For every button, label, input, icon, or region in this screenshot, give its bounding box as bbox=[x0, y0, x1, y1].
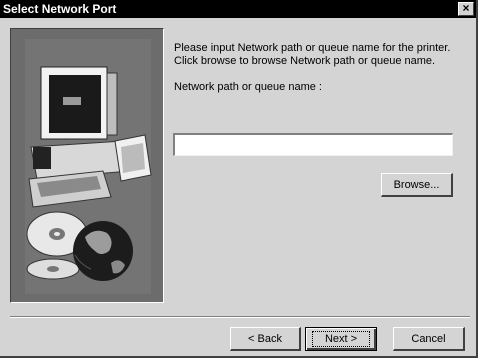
network-path-input[interactable] bbox=[173, 133, 453, 156]
next-button[interactable]: Next > bbox=[305, 327, 377, 351]
instruction-line-2: Click browse to browse Network path or q… bbox=[174, 55, 436, 67]
wizard-illustration bbox=[10, 28, 164, 303]
close-button[interactable]: × bbox=[458, 2, 474, 16]
path-field-label: Network path or queue name : bbox=[174, 81, 322, 93]
select-network-port-dialog: Select Network Port × Please input Netwo… bbox=[0, 0, 478, 358]
browse-button[interactable]: Browse... bbox=[381, 173, 453, 197]
title-bar[interactable]: Select Network Port × bbox=[0, 0, 476, 18]
instruction-line-1: Please input Network path or queue name … bbox=[174, 42, 451, 54]
footer-separator bbox=[10, 316, 470, 318]
back-button[interactable]: < Back bbox=[230, 327, 301, 351]
globe-icon bbox=[73, 221, 133, 281]
dialog-title: Select Network Port bbox=[3, 2, 117, 16]
close-icon: × bbox=[462, 1, 470, 15]
instruction-text: Please input Network path or queue name … bbox=[174, 42, 464, 68]
cancel-button[interactable]: Cancel bbox=[393, 327, 465, 351]
next-button-label: Next > bbox=[311, 331, 371, 347]
